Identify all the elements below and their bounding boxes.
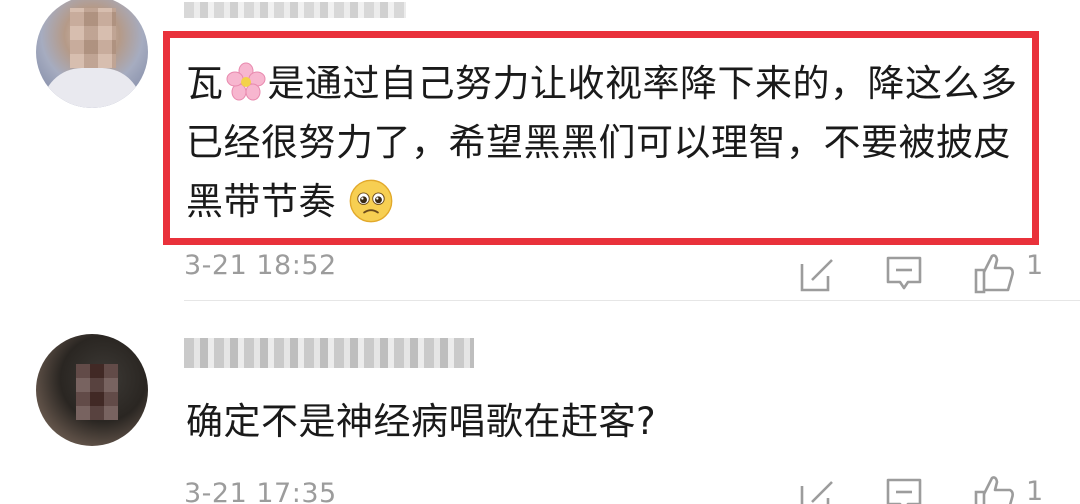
username-blurred[interactable] <box>184 2 406 18</box>
comment-feed: 瓦 是通过自己努力让收视率降下来的，降这么多已经很努力了，希望黑黑们可以理智，不… <box>0 0 1080 504</box>
like-icon[interactable] <box>972 250 1016 294</box>
timestamp: 3-21 18:52 <box>184 250 337 281</box>
edit-icon[interactable] <box>798 476 838 504</box>
comment-text-part1: 瓦 <box>186 62 224 105</box>
like-count: 1 <box>1026 476 1044 504</box>
edit-icon[interactable] <box>798 254 838 294</box>
comment-icon[interactable] <box>884 254 924 294</box>
like-count: 1 <box>1026 250 1044 281</box>
pleading-face-emoji-icon <box>349 179 393 223</box>
username-blurred[interactable] <box>184 338 474 368</box>
avatar-mosaic <box>70 8 116 68</box>
flower-emoji-icon <box>226 62 265 101</box>
avatar-mosaic <box>76 364 118 420</box>
avatar[interactable] <box>36 0 148 108</box>
like-icon[interactable] <box>972 472 1016 504</box>
comment-text: 瓦 是通过自己努力让收视率降下来的，降这么多已经很努力了，希望黑黑们可以理智，不… <box>186 54 1036 231</box>
comment-text-part2: 是通过自己努力让收视率降下来的，降这么多已经很努力了，希望黑黑们可以理智，不要被… <box>186 62 1018 223</box>
comment-text: 确定不是神经病唱歌在赶客? <box>186 400 657 443</box>
avatar[interactable] <box>36 334 148 446</box>
comment-icon[interactable] <box>884 476 924 504</box>
divider <box>184 300 1080 301</box>
timestamp: 3-21 17:35 <box>184 478 337 504</box>
avatar-body <box>42 68 142 108</box>
